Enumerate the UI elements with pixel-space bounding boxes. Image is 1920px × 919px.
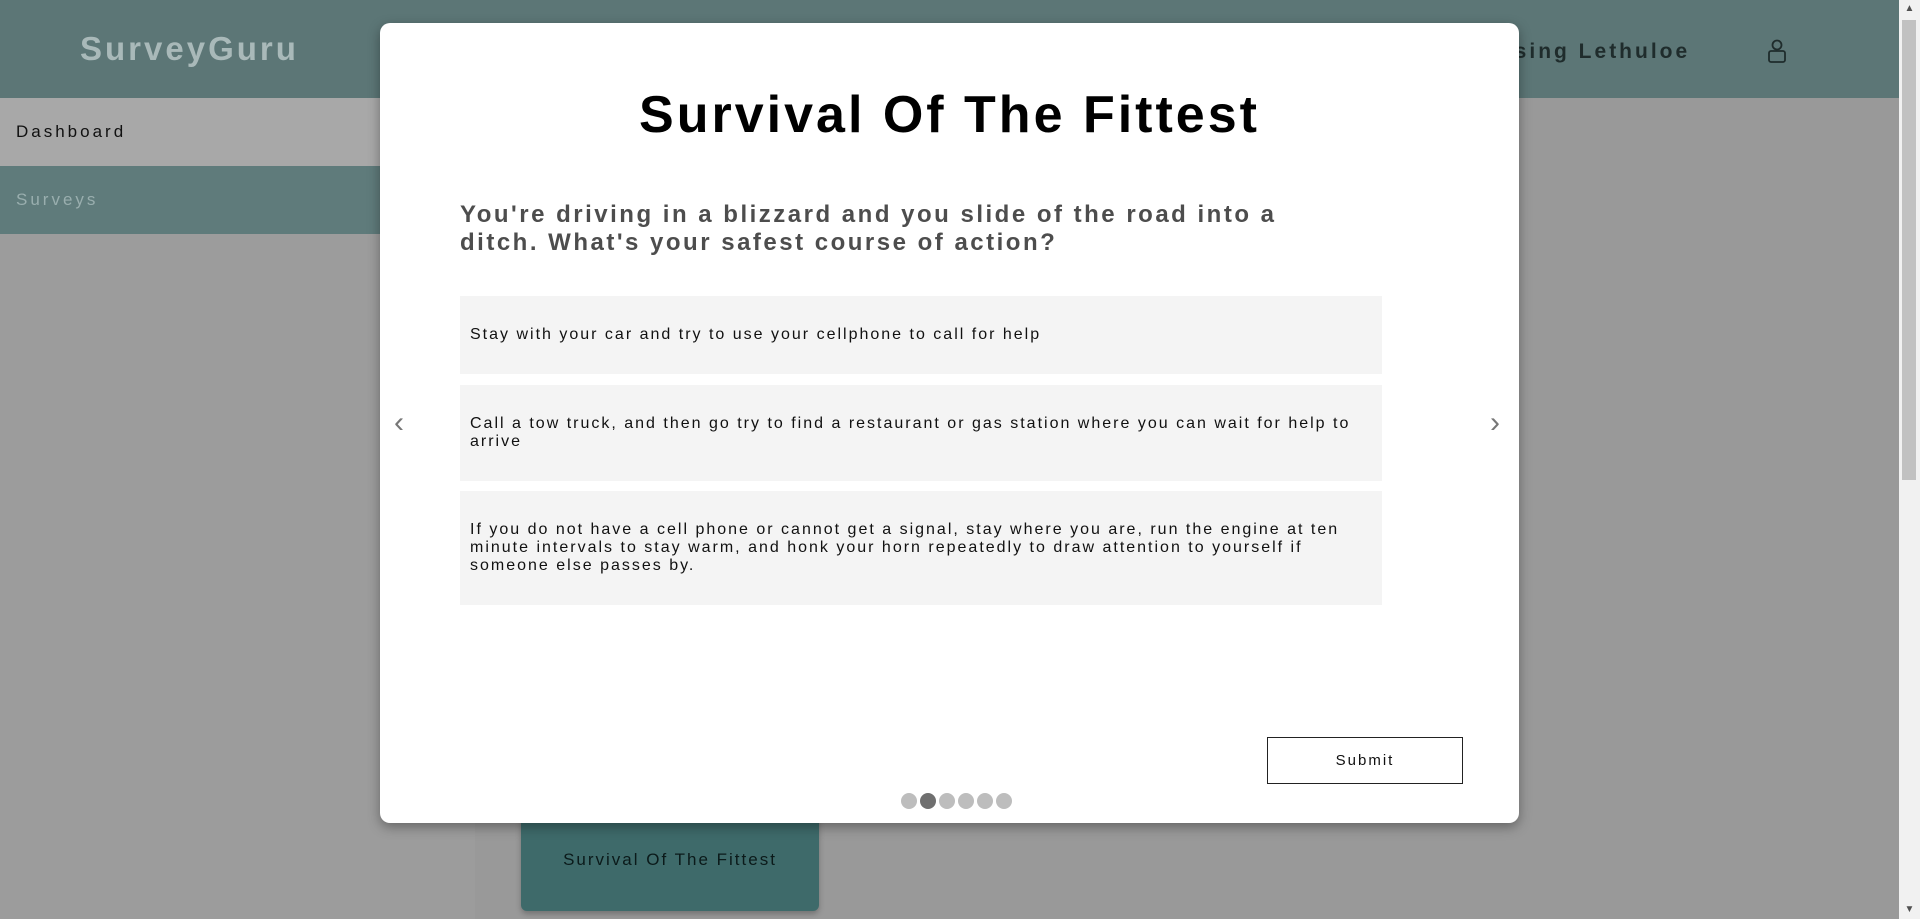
answer-option-text: If you do not have a cell phone or canno… (470, 521, 1340, 574)
scroll-down-arrow-icon[interactable]: ▼ (1899, 901, 1920, 919)
previous-question-icon[interactable]: ‹ (394, 408, 404, 438)
question-pagination (901, 793, 1012, 809)
next-question-icon[interactable]: › (1490, 408, 1500, 438)
answer-option[interactable]: Call a tow truck, and then go try to fin… (460, 385, 1382, 481)
brand-logo[interactable]: SurveyGuru (80, 30, 299, 68)
answer-option[interactable]: If you do not have a cell phone or canno… (460, 491, 1382, 605)
answer-option-text: Stay with your car and try to use your c… (470, 326, 1042, 343)
pagination-dot[interactable] (996, 793, 1012, 809)
pagination-dot[interactable] (939, 793, 955, 809)
pagination-dot[interactable] (958, 793, 974, 809)
pagination-dot[interactable] (901, 793, 917, 809)
scrollbar-thumb[interactable] (1902, 20, 1916, 480)
modal-title: Survival Of The Fittest (639, 86, 1260, 144)
survey-modal: Survival Of The Fittest You're driving i… (380, 23, 1519, 823)
answer-option[interactable]: Stay with your car and try to use your c… (460, 296, 1382, 374)
survey-card-title: Survival Of The Fittest (563, 850, 777, 869)
submit-button[interactable]: Submit (1267, 737, 1463, 784)
answer-option-text: Call a tow truck, and then go try to fin… (470, 415, 1351, 450)
question-text: You're driving in a blizzard and you sli… (460, 201, 1277, 256)
pagination-dot[interactable] (920, 793, 936, 809)
user-name[interactable]: ssing Lethuloe (1500, 40, 1690, 64)
pagination-dot[interactable] (977, 793, 993, 809)
scroll-up-arrow-icon[interactable]: ▲ (1899, 0, 1920, 18)
user-icon[interactable] (1765, 38, 1789, 64)
